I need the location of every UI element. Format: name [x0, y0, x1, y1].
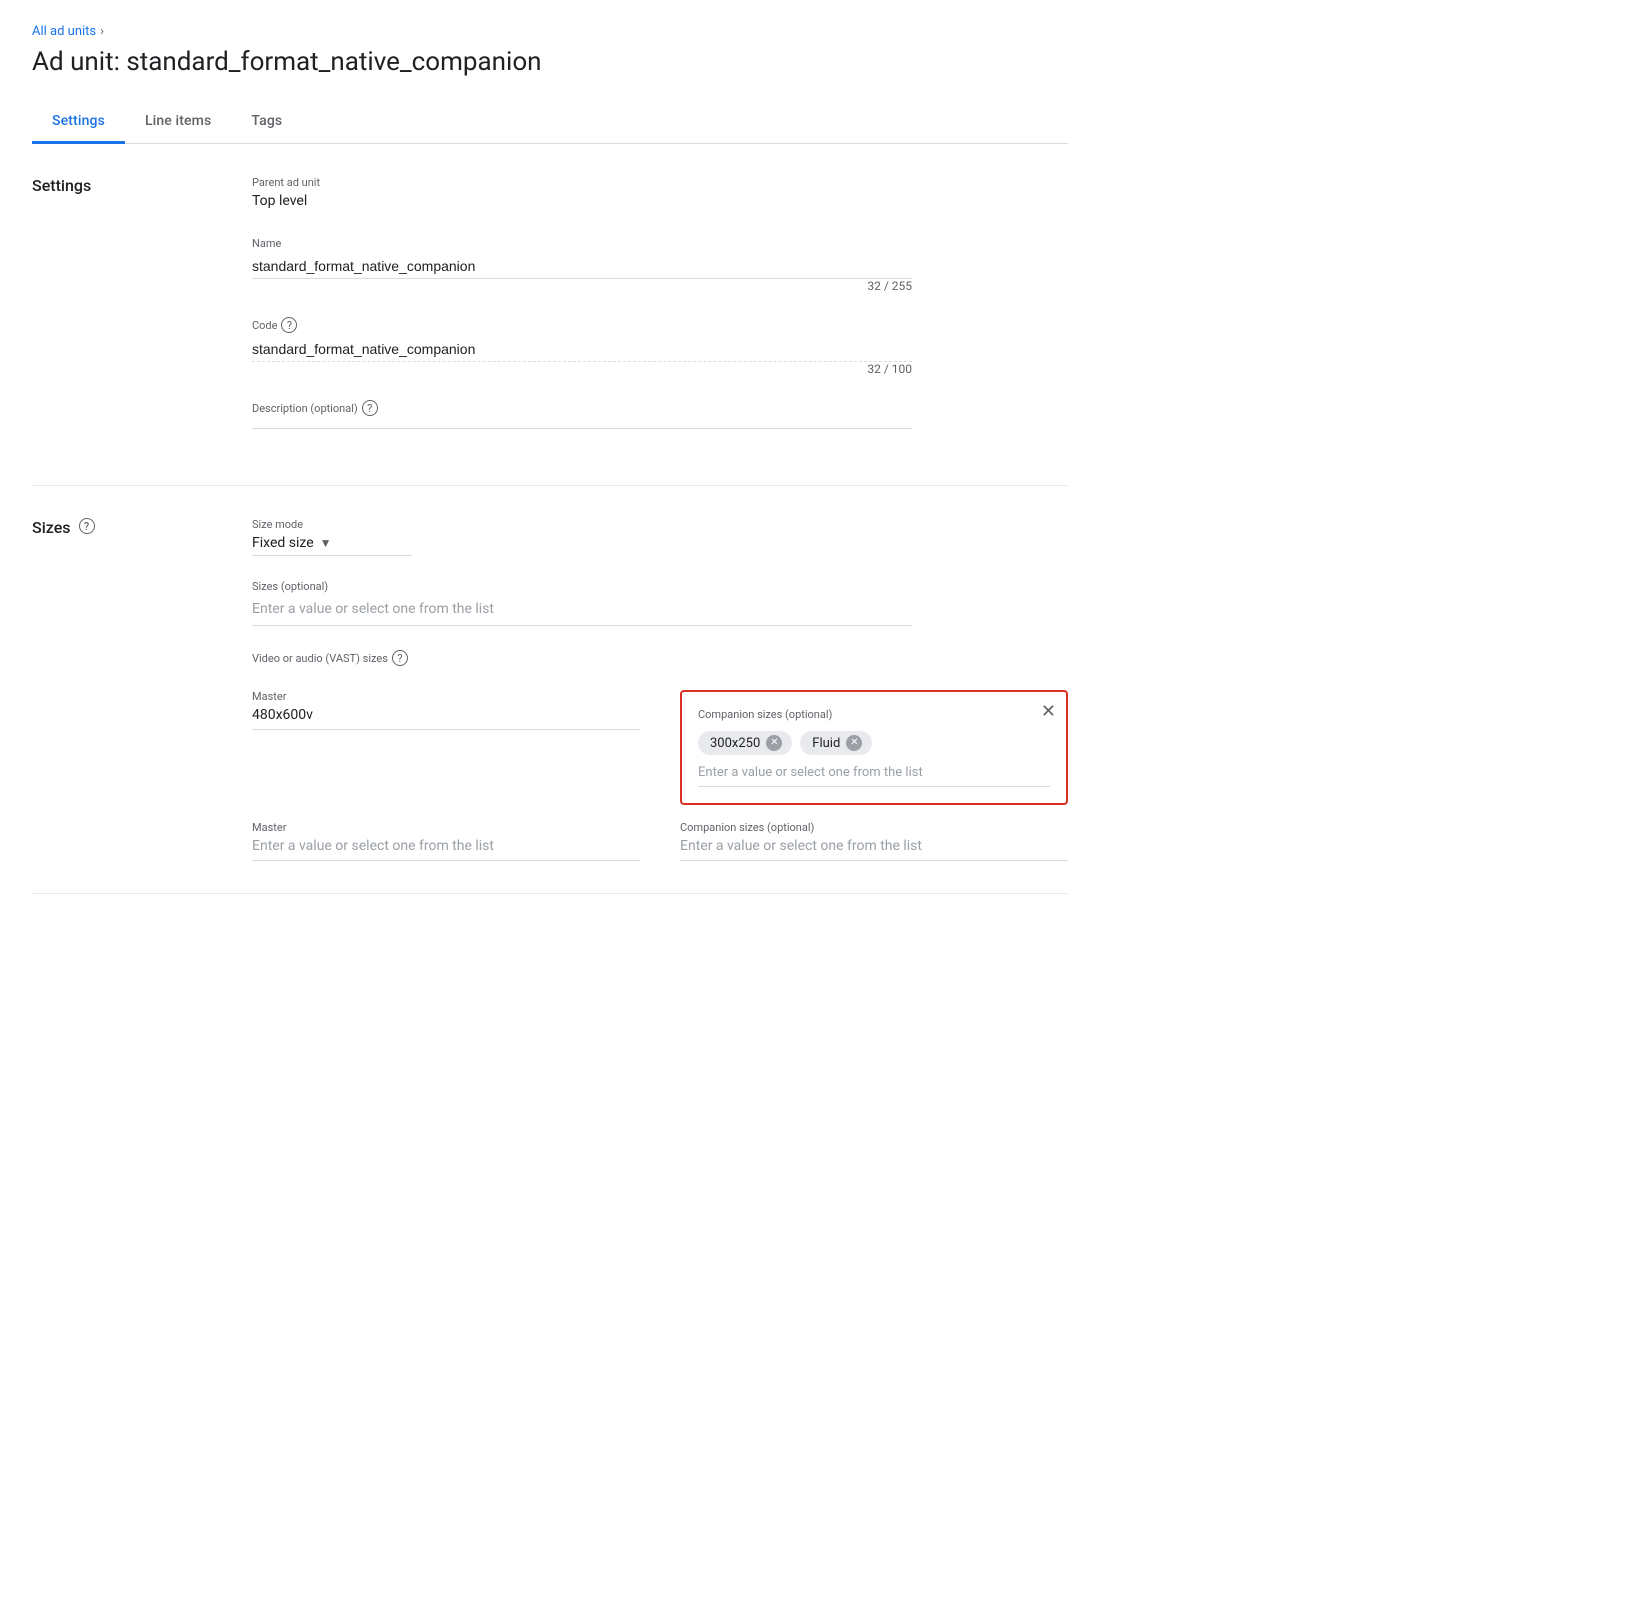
parent-ad-unit-field: Parent ad unit Top level: [252, 176, 1068, 213]
code-field: Code ? 32 / 100: [252, 317, 1068, 376]
sizes-input-area[interactable]: Enter a value or select one from the lis…: [252, 597, 912, 626]
chip-remove-0[interactable]: ✕: [766, 735, 782, 751]
page-title: Ad unit: standard_format_native_companio…: [32, 47, 1068, 77]
sizes-placeholder: Enter a value or select one from the lis…: [252, 601, 494, 617]
companion-popup-label: Companion sizes (optional): [698, 708, 1050, 721]
settings-content: Parent ad unit Top level Name 32 / 255 C…: [252, 176, 1068, 453]
breadcrumb-link[interactable]: All ad units: [32, 24, 96, 39]
master-col-1: Master 480x600v: [252, 690, 640, 730]
size-mode-label: Size mode: [252, 518, 1068, 531]
breadcrumb[interactable]: All ad units ›: [32, 24, 1068, 39]
chip-value-0: 300x250: [710, 736, 760, 751]
description-help-icon[interactable]: ?: [362, 400, 378, 416]
name-field: Name 32 / 255: [252, 237, 1068, 293]
master-col-2: Master Enter a value or select one from …: [252, 821, 640, 861]
master-placeholder-2[interactable]: Enter a value or select one from the lis…: [252, 838, 640, 861]
parent-ad-unit-label: Parent ad unit: [252, 176, 1068, 189]
tab-line-items[interactable]: Line items: [125, 101, 231, 144]
sizes-optional-field: Sizes (optional) Enter a value or select…: [252, 580, 1068, 626]
companion-popup-close-button[interactable]: ✕: [1041, 702, 1056, 720]
master-row-2: Master Enter a value or select one from …: [252, 821, 1068, 861]
sizes-section: Sizes ? Size mode Fixed size ▼ Sizes (op…: [32, 486, 1068, 894]
settings-section: Settings Parent ad unit Top level Name 3…: [32, 144, 1068, 486]
description-input-area[interactable]: [252, 420, 912, 429]
description-label: Description (optional) ?: [252, 400, 1068, 416]
sizes-content: Size mode Fixed size ▼ Sizes (optional) …: [252, 518, 1068, 861]
tab-settings[interactable]: Settings: [32, 101, 125, 144]
master-row-1: Master 480x600v ✕ Companion sizes (optio…: [252, 690, 1068, 805]
companion-popup: ✕ Companion sizes (optional) 300x250 ✕ F…: [680, 690, 1068, 805]
sizes-section-label: Sizes ?: [32, 518, 252, 861]
companion-placeholder-2[interactable]: Enter a value or select one from the lis…: [680, 838, 1068, 861]
vast-field: Video or audio (VAST) sizes ?: [252, 650, 1068, 666]
companion-label-2: Companion sizes (optional): [680, 821, 1068, 834]
name-label: Name: [252, 237, 1068, 250]
master-value-1: 480x600v: [252, 707, 640, 730]
sizes-optional-label: Sizes (optional): [252, 580, 1068, 593]
chip-value-1: Fluid: [812, 736, 840, 751]
companion-chips: 300x250 ✕ Fluid ✕: [698, 731, 1050, 755]
code-help-icon[interactable]: ?: [281, 317, 297, 333]
code-label: Code ?: [252, 317, 1068, 333]
parent-ad-unit-value: Top level: [252, 193, 1068, 213]
tabs-bar: Settings Line items Tags: [32, 101, 1068, 144]
master-label-1: Master: [252, 690, 640, 703]
vast-label: Video or audio (VAST) sizes ?: [252, 650, 1068, 666]
name-count: 32 / 255: [252, 279, 912, 293]
companion-input[interactable]: Enter a value or select one from the lis…: [698, 765, 1050, 787]
size-mode-value: Fixed size: [252, 535, 314, 551]
companion-chip-0: 300x250 ✕: [698, 731, 792, 755]
companion-popup-col: ✕ Companion sizes (optional) 300x250 ✕ F…: [680, 690, 1068, 805]
code-input[interactable]: [252, 337, 912, 362]
chip-remove-1[interactable]: ✕: [846, 735, 862, 751]
sizes-help-icon[interactable]: ?: [79, 518, 95, 534]
companion-chip-1: Fluid ✕: [800, 731, 872, 755]
dropdown-arrow-icon: ▼: [320, 536, 332, 550]
size-mode-dropdown[interactable]: Fixed size ▼: [252, 535, 412, 556]
master-label-2: Master: [252, 821, 640, 834]
name-input[interactable]: [252, 254, 912, 279]
vast-help-icon[interactable]: ?: [392, 650, 408, 666]
breadcrumb-chevron: ›: [100, 24, 104, 39]
description-field: Description (optional) ?: [252, 400, 1068, 429]
companion-col-2: Companion sizes (optional) Enter a value…: [680, 821, 1068, 861]
size-mode-field: Size mode Fixed size ▼: [252, 518, 1068, 556]
tab-tags[interactable]: Tags: [231, 101, 302, 144]
settings-section-label: Settings: [32, 176, 252, 453]
code-count: 32 / 100: [252, 362, 912, 376]
